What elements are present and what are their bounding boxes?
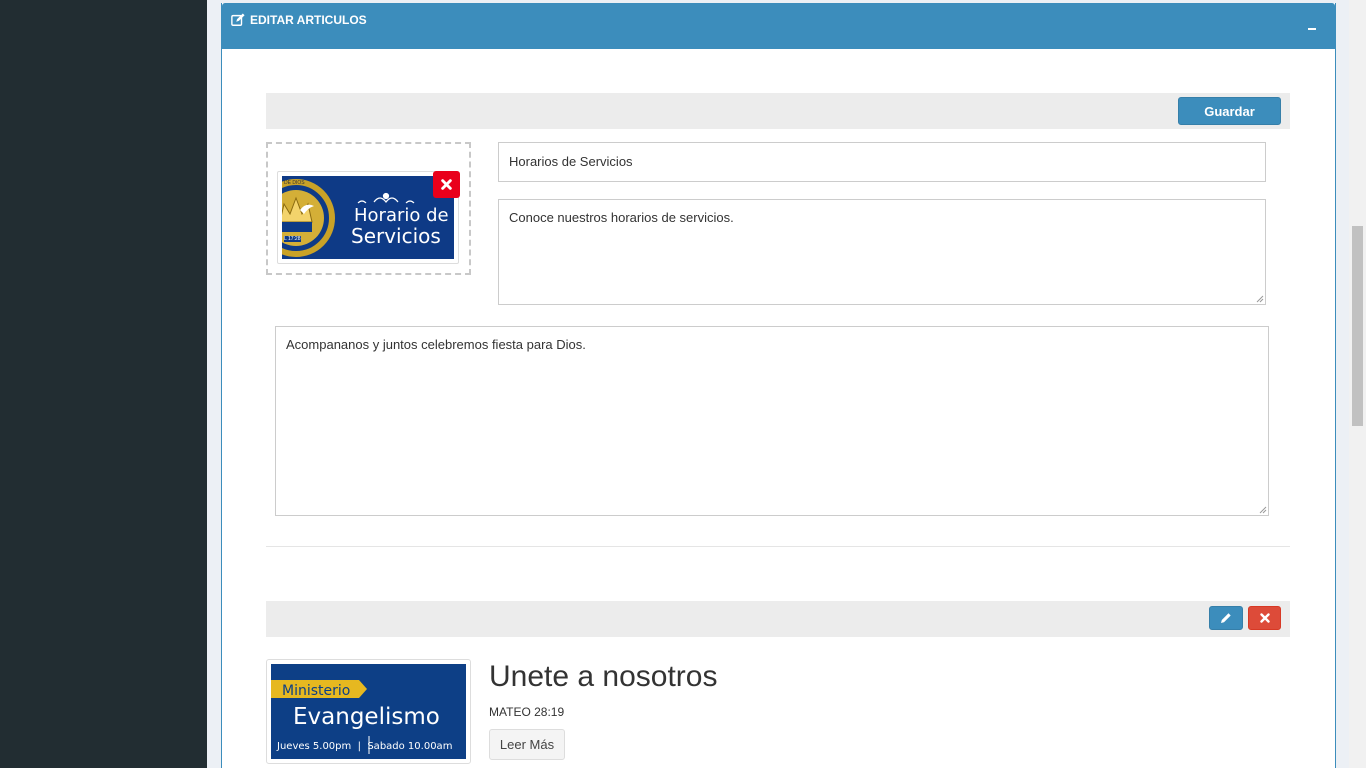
resize-grip-icon[interactable] <box>1256 295 1264 303</box>
description-textarea[interactable]: Conoce nuestros horarios de servicios. <box>498 199 1266 305</box>
horario-image: Horario de Servicios DE DIOS L 17:28 <box>282 176 454 259</box>
page-scrollbar[interactable] <box>1349 0 1366 768</box>
image-dropzone[interactable]: Horario de Servicios DE DIOS L 17:28 <box>266 142 471 275</box>
divider <box>266 546 1290 547</box>
times-icon <box>441 179 452 190</box>
panel-title: EDITAR ARTICULOS <box>231 13 367 27</box>
evangelismo-title: Evangelismo <box>293 704 440 730</box>
evangelismo-schedule: Jueves 5.00pm | Sabado 10.00am <box>277 741 453 752</box>
delete-article-button[interactable] <box>1248 606 1281 630</box>
remove-image-button[interactable] <box>433 171 460 198</box>
sidebar <box>0 0 207 768</box>
horario-badge-ref: L 17:28 <box>284 236 301 242</box>
times-icon <box>1259 613 1270 623</box>
scrollbar-thumb[interactable] <box>1352 226 1363 426</box>
edit-articles-panel: EDITAR ARTICULOS Guardar Horario de Serv… <box>221 3 1336 768</box>
edit-article-button[interactable] <box>1209 606 1243 630</box>
article-image-preview: Horario de Servicios DE DIOS L 17:28 <box>277 171 459 264</box>
pencil-icon <box>1221 613 1231 623</box>
resize-grip-icon[interactable] <box>1259 506 1267 514</box>
panel-header: EDITAR ARTICULOS <box>222 3 1335 49</box>
panel-title-text: EDITAR ARTICULOS <box>250 13 367 27</box>
edit-icon <box>231 13 245 26</box>
editor-toolbar: Guardar <box>266 93 1290 129</box>
read-more-button[interactable]: Leer Más <box>489 729 565 760</box>
body-text: Acompananos y juntos celebremos fiesta p… <box>286 337 586 352</box>
save-button[interactable]: Guardar <box>1178 97 1281 125</box>
horario-line1: Horario de <box>354 205 449 226</box>
article-subtitle: MATEO 28:19 <box>489 705 565 719</box>
minus-icon[interactable] <box>1307 16 1319 30</box>
evangelismo-tag: Ministerio <box>282 683 351 699</box>
description-text: Conoce nuestros horarios de servicios. <box>509 210 734 225</box>
horario-badge-text: DE DIOS <box>284 180 305 186</box>
body-textarea[interactable]: Acompananos y juntos celebremos fiesta p… <box>275 326 1269 516</box>
evangelismo-image: Ministerio Evangelismo Jueves 5.00pm | S… <box>271 664 466 759</box>
horario-line2: Servicios <box>351 224 441 248</box>
article-thumbnail: Ministerio Evangelismo Jueves 5.00pm | S… <box>266 659 471 764</box>
article-toolbar <box>266 601 1290 637</box>
title-input[interactable]: Horarios de Servicios <box>498 142 1266 182</box>
article-title: Unete a nosotros <box>489 660 718 693</box>
